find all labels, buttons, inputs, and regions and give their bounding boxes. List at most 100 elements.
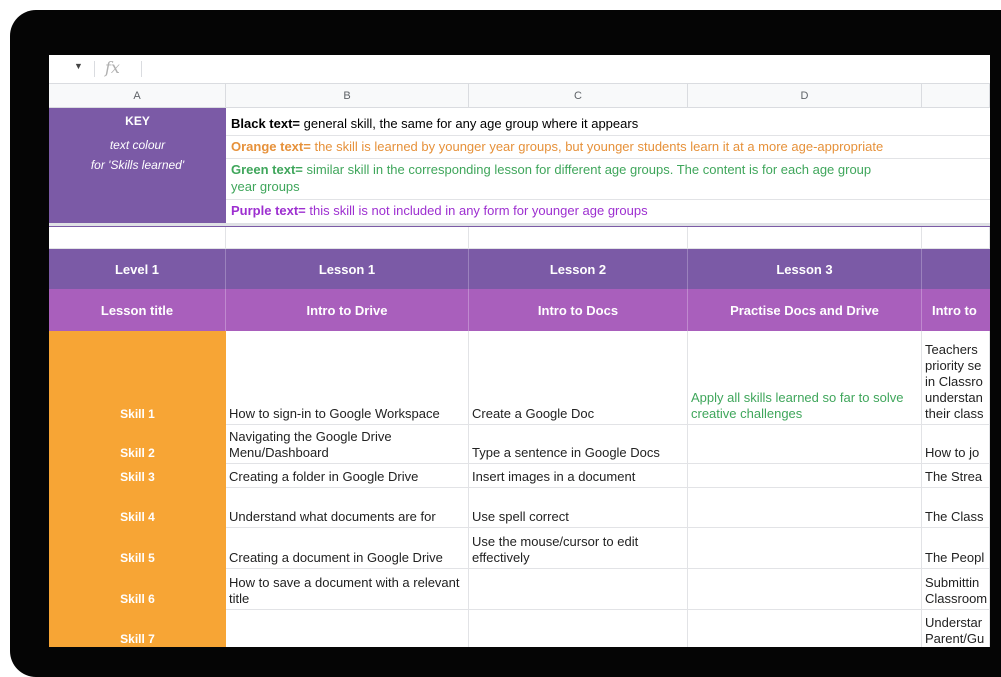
lesson-1-header[interactable]: Lesson 1 bbox=[226, 249, 469, 289]
empty-cell[interactable] bbox=[226, 227, 469, 249]
cell-text: Create a Google Doc bbox=[472, 406, 595, 421]
key-black-desc: general skill, the same for any age grou… bbox=[300, 116, 639, 131]
divider bbox=[141, 61, 142, 77]
column-header-e[interactable] bbox=[922, 84, 990, 108]
cell-text: Creating a document in Google Drive bbox=[229, 550, 443, 565]
cell-text: How to save a document with a relevant t… bbox=[229, 575, 460, 606]
lesson-2-header[interactable]: Lesson 2 bbox=[469, 249, 688, 289]
skill-label[interactable]: Skill 5 bbox=[49, 528, 226, 569]
table-cell[interactable]: The Class bbox=[922, 488, 990, 528]
table-cell[interactable]: Insert images in a document bbox=[469, 464, 688, 488]
skill-label-text: Skill 7 bbox=[120, 632, 155, 646]
key-green-line: Green text= similar skill in the corresp… bbox=[231, 162, 990, 177]
divider bbox=[226, 158, 990, 159]
key-cell[interactable]: KEY text colour for 'Skills learned' bbox=[49, 108, 226, 223]
divider bbox=[226, 135, 990, 136]
column-header-b[interactable]: B bbox=[226, 84, 469, 108]
skill-label-text: Skill 4 bbox=[120, 510, 155, 524]
table-cell[interactable] bbox=[688, 528, 922, 569]
key-description-area[interactable]: Black text= general skill, the same for … bbox=[226, 108, 990, 223]
table-cell[interactable] bbox=[688, 569, 922, 610]
column-header-a[interactable]: A bbox=[49, 84, 226, 108]
table-cell[interactable] bbox=[688, 488, 922, 528]
lesson-3-title[interactable]: Practise Docs and Drive bbox=[688, 289, 922, 331]
empty-cell[interactable] bbox=[688, 227, 922, 249]
column-header-d[interactable]: D bbox=[688, 84, 922, 108]
cell-text: Navigating the Google Drive Menu/Dashboa… bbox=[229, 429, 392, 460]
cell-text: Teachers priority se in Classro understa… bbox=[925, 342, 984, 421]
key-green-desc: similar skill in the corresponding lesso… bbox=[302, 162, 872, 177]
lesson-4-title[interactable]: Intro to bbox=[922, 289, 990, 331]
key-title: KEY bbox=[125, 114, 150, 128]
formula-bar: ▼ fx bbox=[49, 55, 990, 84]
cell-text: The Strea bbox=[925, 469, 983, 484]
cell-text: Understand what documents are for bbox=[229, 509, 436, 524]
skill-label-text: Skill 2 bbox=[120, 446, 155, 460]
table-cell[interactable]: Use the mouse/cursor to edit effectively bbox=[469, 528, 688, 569]
table-cell[interactable]: Teachers priority se in Classro understa… bbox=[922, 331, 990, 425]
empty-cell[interactable] bbox=[469, 227, 688, 249]
skill-label[interactable]: Skill 7 bbox=[49, 610, 226, 647]
table-cell[interactable]: Use spell correct bbox=[469, 488, 688, 528]
cell-text: Apply all skills learned so far to solve… bbox=[691, 390, 904, 421]
table-cell[interactable]: How to sign-in to Google Workspace bbox=[226, 331, 469, 425]
lesson-title-label[interactable]: Lesson title bbox=[49, 289, 226, 331]
lesson-2-title[interactable]: Intro to Docs bbox=[469, 289, 688, 331]
table-cell[interactable]: Type a sentence in Google Docs bbox=[469, 425, 688, 464]
cell-text: Creating a folder in Google Drive bbox=[229, 469, 419, 484]
table-cell[interactable]: Apply all skills learned so far to solve… bbox=[688, 331, 922, 425]
key-black-line: Black text= general skill, the same for … bbox=[231, 116, 990, 131]
table-cell[interactable]: Submittin Classroom bbox=[922, 569, 990, 610]
level-label[interactable]: Level 1 bbox=[49, 249, 226, 289]
table-cell[interactable] bbox=[688, 464, 922, 488]
table-cell[interactable] bbox=[688, 425, 922, 464]
caret-down-icon[interactable]: ▼ bbox=[74, 61, 83, 71]
table-cell[interactable]: Creating a folder in Google Drive bbox=[226, 464, 469, 488]
cell-text: Submittin Classroom bbox=[925, 575, 988, 606]
table-cell[interactable]: How to save a document with a relevant t… bbox=[226, 569, 469, 610]
skill-label-text: Skill 5 bbox=[120, 551, 155, 565]
table-cell[interactable] bbox=[688, 610, 922, 647]
skill-label[interactable]: Skill 3 bbox=[49, 464, 226, 488]
cell-text: How to jo bbox=[925, 445, 980, 460]
key-orange-label: Orange text= bbox=[231, 139, 311, 154]
cell-text: Insert images in a document bbox=[472, 469, 636, 484]
divider bbox=[226, 199, 990, 200]
key-orange-desc: the skill is learned by younger year gro… bbox=[310, 139, 884, 154]
cell-text: Use the mouse/cursor to edit effectively bbox=[472, 534, 639, 565]
fx-icon: fx bbox=[105, 58, 120, 77]
skill-label[interactable]: Skill 2 bbox=[49, 425, 226, 464]
key-purple-label: Purple text= bbox=[231, 203, 306, 218]
key-orange-line: Orange text= the skill is learned by you… bbox=[231, 139, 990, 154]
key-subtitle-1: text colour bbox=[109, 138, 166, 152]
key-purple-line: Purple text= this skill is not included … bbox=[231, 203, 990, 218]
skill-label-text: Skill 3 bbox=[120, 470, 155, 484]
table-cell[interactable] bbox=[469, 610, 688, 647]
column-header-c[interactable]: C bbox=[469, 84, 688, 108]
table-cell[interactable]: Navigating the Google Drive Menu/Dashboa… bbox=[226, 425, 469, 464]
table-cell[interactable]: Creating a document in Google Drive bbox=[226, 528, 469, 569]
table-cell[interactable]: How to jo bbox=[922, 425, 990, 464]
skill-label[interactable]: Skill 1 bbox=[49, 331, 226, 425]
cell-text: Use spell correct bbox=[472, 509, 569, 524]
table-cell[interactable] bbox=[469, 569, 688, 610]
key-purple-desc: this skill is not included in any form f… bbox=[305, 203, 648, 218]
skill-label-text: Skill 1 bbox=[120, 407, 155, 421]
lesson-4-header[interactable] bbox=[922, 249, 990, 289]
skill-label[interactable]: Skill 4 bbox=[49, 488, 226, 528]
table-cell[interactable] bbox=[226, 610, 469, 647]
table-cell[interactable]: Create a Google Doc bbox=[469, 331, 688, 425]
skill-label[interactable]: Skill 6 bbox=[49, 569, 226, 610]
lesson-3-header[interactable]: Lesson 3 bbox=[688, 249, 922, 289]
cell-text: The Peopl bbox=[925, 550, 985, 565]
empty-cell[interactable] bbox=[49, 227, 226, 249]
lesson-1-title[interactable]: Intro to Drive bbox=[226, 289, 469, 331]
key-green-label: Green text= bbox=[231, 162, 303, 177]
empty-cell[interactable] bbox=[922, 227, 990, 249]
key-subtitle-2: for 'Skills learned' bbox=[90, 158, 185, 172]
table-cell[interactable]: Understar Parent/Gu bbox=[922, 610, 990, 647]
table-cell[interactable]: The Peopl bbox=[922, 528, 990, 569]
table-cell[interactable]: Understand what documents are for bbox=[226, 488, 469, 528]
table-cell[interactable]: The Strea bbox=[922, 464, 990, 488]
device-frame: ▼ fx A B C D KEY text colour for 'Skills… bbox=[10, 10, 1001, 677]
